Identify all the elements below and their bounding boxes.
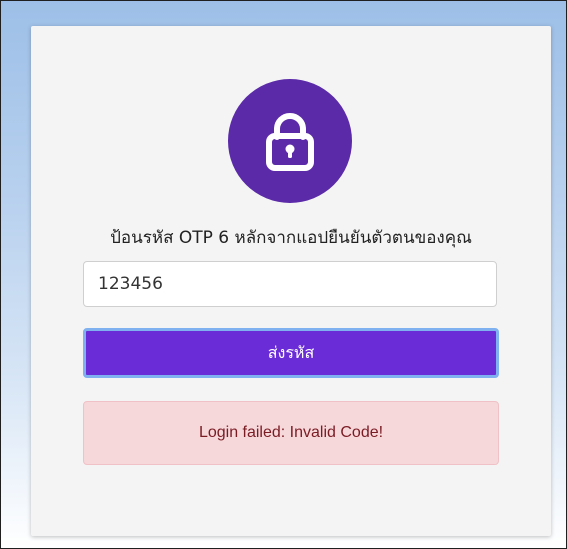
otp-code-input[interactable]	[83, 261, 497, 307]
lock-icon	[266, 113, 314, 171]
otp-prompt-text: ป้อนรหัส OTP 6 หลักจากแอปยืนยันตัวตนของค…	[110, 228, 472, 248]
error-alert: Login failed: Invalid Code!	[83, 401, 499, 465]
otp-login-card: ป้อนรหัส OTP 6 หลักจากแอปยืนยันตัวตนของค…	[31, 26, 551, 536]
error-message: Login failed: Invalid Code!	[198, 424, 384, 441]
submit-code-button[interactable]: ส่งรหัส	[83, 328, 499, 378]
page-background: ป้อนรหัส OTP 6 หลักจากแอปยืนยันตัวตนของค…	[0, 0, 567, 549]
lock-icon-circle	[228, 79, 352, 203]
